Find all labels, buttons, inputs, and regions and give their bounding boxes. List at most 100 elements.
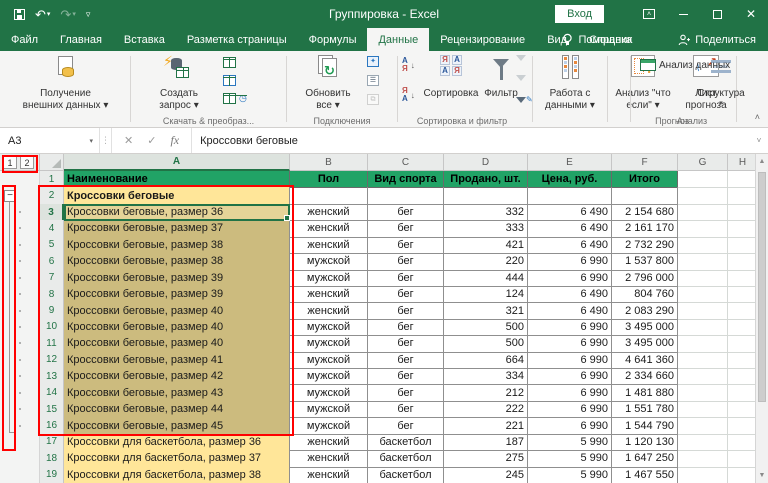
cell-E16[interactable]: 6 990 [528, 417, 612, 434]
cell-H13[interactable] [728, 368, 758, 385]
row-header-10[interactable]: 10 [40, 319, 64, 336]
cell-F3[interactable]: 2 154 680 [612, 204, 678, 221]
cell-C18[interactable]: баскетбол [368, 450, 444, 467]
cell-G14[interactable] [678, 384, 728, 401]
cell-G17[interactable] [678, 434, 728, 451]
scroll-up-icon[interactable]: ▲ [756, 154, 768, 169]
header-cell-5[interactable]: Цена, руб. [528, 171, 612, 188]
cell-H10[interactable] [728, 319, 758, 336]
row-header-15[interactable]: 15 [40, 401, 64, 418]
cell-D12[interactable]: 664 [444, 352, 528, 369]
cell-E12[interactable]: 6 990 [528, 352, 612, 369]
cell-E7[interactable]: 6 990 [528, 270, 612, 287]
cell-D9[interactable]: 321 [444, 302, 528, 319]
cell-B14[interactable]: мужской [290, 384, 368, 401]
vertical-scrollbar[interactable]: ▲ ▼ [755, 154, 768, 483]
cell-E3[interactable]: 6 490 [528, 204, 612, 221]
share-button[interactable]: Поделиться [678, 34, 756, 46]
cell-C16[interactable]: бег [368, 417, 444, 434]
tab-данные[interactable]: Данные [367, 28, 429, 51]
minimize-button[interactable] [666, 0, 700, 28]
cell-C5[interactable]: бег [368, 237, 444, 254]
properties-icon[interactable]: ☰ [367, 75, 379, 86]
cell-H6[interactable] [728, 253, 758, 270]
sort-descending-icon[interactable]: ЯА↓ [402, 87, 415, 103]
cell-E18[interactable]: 5 990 [528, 450, 612, 467]
cell-C19[interactable]: баскетбол [368, 467, 444, 483]
cell-B3[interactable]: женский [290, 204, 368, 221]
header-cell-6[interactable]: Итого [612, 171, 678, 188]
column-header-A[interactable]: A [64, 154, 290, 171]
cell-G3[interactable] [678, 204, 728, 221]
row-header-14[interactable]: 14 [40, 384, 64, 401]
row-header-12[interactable]: 12 [40, 352, 64, 369]
cell-H2[interactable] [728, 187, 758, 204]
cell-B10[interactable]: мужской [290, 319, 368, 336]
cell-G11[interactable] [678, 335, 728, 352]
cell-D7[interactable]: 444 [444, 270, 528, 287]
cell-F6[interactable]: 1 537 800 [612, 253, 678, 270]
cell-F16[interactable]: 1 544 790 [612, 417, 678, 434]
row-header-6[interactable]: 6 [40, 253, 64, 270]
refresh-all-button[interactable]: ↻ Обновить все ▾ [297, 55, 359, 112]
cell-G19[interactable] [678, 467, 728, 483]
cell-C11[interactable]: бег [368, 335, 444, 352]
cell-A3[interactable]: Кроссовки беговые, размер 36 [64, 204, 290, 221]
cell-H16[interactable] [728, 417, 758, 434]
cell-G13[interactable] [678, 368, 728, 385]
formula-input[interactable]: Кроссовки беговые [192, 128, 750, 153]
assistant-button[interactable]: Помощник [562, 33, 632, 47]
get-external-data-button[interactable]: Получение внешних данных ▾ [18, 55, 113, 112]
cell-B13[interactable]: мужской [290, 368, 368, 385]
save-icon[interactable] [14, 9, 25, 20]
cell-B7[interactable]: мужской [290, 270, 368, 287]
cell-E17[interactable]: 5 990 [528, 434, 612, 451]
column-header-F[interactable]: F [612, 154, 678, 171]
cell-A18[interactable]: Кроссовки для баскетбола, размер 37 [64, 450, 290, 467]
cell-B15[interactable]: мужской [290, 401, 368, 418]
cell-H15[interactable] [728, 401, 758, 418]
cell-G9[interactable] [678, 302, 728, 319]
row-header-8[interactable]: 8 [40, 286, 64, 303]
outline-level-1-button[interactable]: 1 [3, 156, 17, 169]
row-header-19[interactable]: 19 [40, 467, 64, 483]
cell-H17[interactable] [728, 434, 758, 451]
cell-C9[interactable]: бег [368, 302, 444, 319]
tab-главная[interactable]: Главная [49, 28, 113, 51]
cell-F14[interactable]: 1 481 880 [612, 384, 678, 401]
cell-C3[interactable]: бег [368, 204, 444, 221]
row-header-13[interactable]: 13 [40, 368, 64, 385]
customize-qat-icon[interactable]: ▿ [86, 10, 91, 19]
column-header-D[interactable]: D [444, 154, 528, 171]
cell-A7[interactable]: Кроссовки беговые, размер 39 [64, 270, 290, 287]
row-header-17[interactable]: 17 [40, 434, 64, 451]
cell-A19[interactable]: Кроссовки для баскетбола, размер 38 [64, 467, 290, 483]
filter-button[interactable]: Фильтр [482, 55, 520, 100]
row-header-1[interactable]: 1 [40, 171, 64, 188]
cell-A11[interactable]: Кроссовки беговые, размер 40 [64, 335, 290, 352]
cell-D14[interactable]: 212 [444, 384, 528, 401]
confirm-entry-icon[interactable]: ✓ [147, 134, 156, 147]
show-queries-icon[interactable] [223, 57, 236, 68]
cell-B19[interactable]: женский [290, 467, 368, 483]
cell-E2[interactable] [528, 187, 612, 204]
cell-F19[interactable]: 1 467 550 [612, 467, 678, 483]
cell-D4[interactable]: 333 [444, 220, 528, 237]
tab-разметка-страницы[interactable]: Разметка страницы [176, 28, 298, 51]
sort-button[interactable]: ЯААЯ Сортировка [422, 55, 480, 100]
cell-D16[interactable]: 221 [444, 417, 528, 434]
cell-H11[interactable] [728, 335, 758, 352]
from-table-icon[interactable] [223, 75, 236, 86]
column-header-G[interactable]: G [678, 154, 728, 171]
header-cell-4[interactable]: Продано, шт. [444, 171, 528, 188]
cell-A4[interactable]: Кроссовки беговые, размер 37 [64, 220, 290, 237]
outline-level-2-button[interactable]: 2 [20, 156, 34, 169]
row-header-16[interactable]: 16 [40, 417, 64, 434]
cell-E14[interactable]: 6 990 [528, 384, 612, 401]
cell-G1[interactable] [678, 171, 728, 188]
tab-формулы[interactable]: Формулы [298, 28, 368, 51]
collapse-group-button[interactable]: − [4, 190, 16, 202]
cell-A17[interactable]: Кроссовки для баскетбола, размер 36 [64, 434, 290, 451]
row-header-18[interactable]: 18 [40, 450, 64, 467]
cell-H18[interactable] [728, 450, 758, 467]
